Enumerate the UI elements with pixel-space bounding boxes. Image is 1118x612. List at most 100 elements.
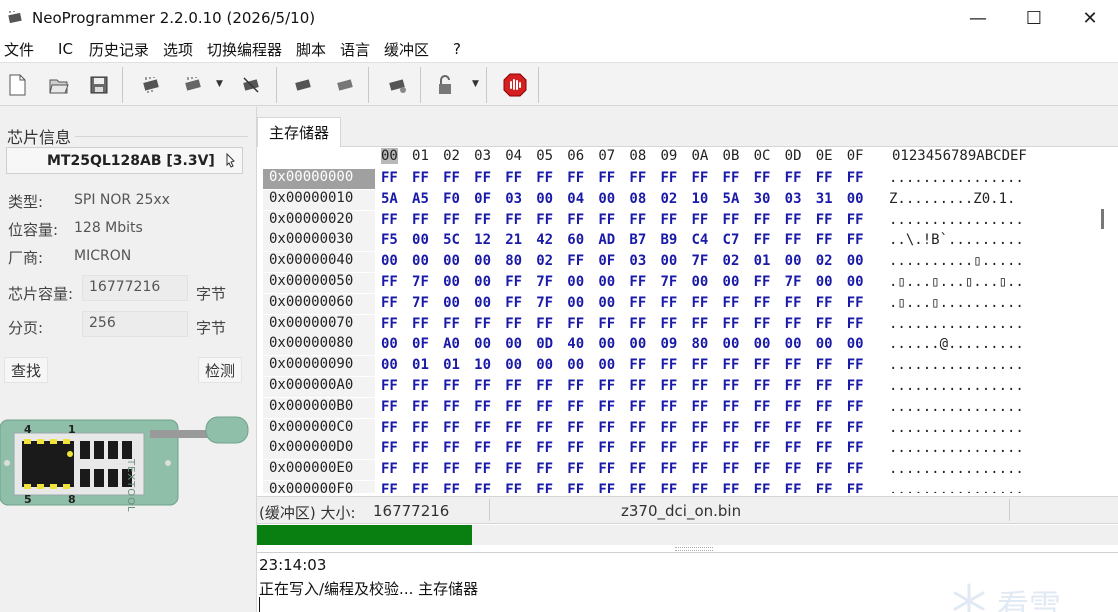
hex-byte[interactable]: FF	[754, 482, 771, 493]
hex-byte[interactable]: FF	[660, 440, 677, 456]
hex-byte[interactable]: 00	[598, 336, 615, 352]
hex-byte[interactable]: 02	[660, 191, 677, 207]
hex-byte[interactable]: 00	[692, 274, 709, 290]
hex-byte[interactable]: FF	[567, 399, 584, 415]
hex-byte[interactable]: FF	[505, 378, 522, 394]
hex-row-ascii[interactable]: ................	[889, 482, 1024, 493]
hex-byte[interactable]: A5	[412, 191, 429, 207]
hex-byte[interactable]: FF	[443, 440, 460, 456]
hex-byte[interactable]: FF	[443, 461, 460, 477]
hex-byte[interactable]: FF	[847, 378, 864, 394]
hex-byte[interactable]: FF	[723, 170, 740, 186]
hex-byte[interactable]: FF	[785, 378, 802, 394]
menu-switch-programmer[interactable]: 切换编程器	[203, 39, 288, 60]
hex-byte[interactable]: 00	[381, 336, 398, 352]
hex-byte[interactable]: 04	[567, 191, 584, 207]
hex-row[interactable]: 0x00000050 FF 7F 00 00 FF 7F 00 00 FF 7F 00 00 FF 7F 00…	[261, 273, 1107, 294]
maximize-button[interactable]: ☐	[1006, 0, 1062, 36]
hex-row-ascii[interactable]: ......@.........	[889, 336, 1024, 352]
hex-byte[interactable]: FF	[412, 316, 429, 332]
hex-byte[interactable]: 01	[412, 357, 429, 373]
hex-byte[interactable]: 7F	[660, 274, 677, 290]
hex-byte[interactable]: FF	[629, 316, 646, 332]
hex-byte[interactable]: 00	[785, 253, 802, 269]
hex-row[interactable]: 0x000000F0 FF FF FF FF FF FF FF FF FF FF FF FF FF FF FF…	[261, 481, 1107, 493]
hex-byte[interactable]: FF	[629, 357, 646, 373]
hex-byte[interactable]: 80	[692, 336, 709, 352]
hex-byte[interactable]: 7F	[785, 274, 802, 290]
hex-byte[interactable]: FF	[847, 482, 864, 493]
hex-byte[interactable]: FF	[847, 232, 864, 248]
hex-byte[interactable]: FF	[536, 440, 553, 456]
hex-byte[interactable]: FF	[692, 316, 709, 332]
hex-byte[interactable]: FF	[412, 440, 429, 456]
hex-byte[interactable]: FF	[816, 440, 833, 456]
hex-byte[interactable]: FF	[629, 482, 646, 493]
hex-byte[interactable]: FF	[412, 399, 429, 415]
chip-name-field[interactable]: MT25QL128AB [3.3V]	[6, 147, 243, 174]
hex-byte[interactable]: FF	[723, 461, 740, 477]
menu-script[interactable]: 脚本	[292, 39, 332, 60]
hex-byte[interactable]: FF	[816, 316, 833, 332]
hex-byte[interactable]: FF	[567, 440, 584, 456]
hex-byte[interactable]: 0F	[474, 191, 491, 207]
menu-buffer[interactable]: 缓冲区	[380, 39, 435, 60]
hex-row[interactable]: 0x00000000 FF FF FF FF FF FF FF FF FF FF FF FF FF FF FF…	[261, 169, 1107, 190]
hex-byte[interactable]: FF	[785, 482, 802, 493]
hex-byte[interactable]: FF	[816, 378, 833, 394]
hex-byte[interactable]: FF	[754, 212, 771, 228]
hex-byte[interactable]: FF	[505, 212, 522, 228]
hex-byte[interactable]: FF	[598, 461, 615, 477]
hex-byte[interactable]: FF	[847, 440, 864, 456]
hex-byte[interactable]: FF	[660, 212, 677, 228]
hex-byte[interactable]: 00	[598, 357, 615, 373]
hex-byte[interactable]: 0F	[412, 336, 429, 352]
hex-byte[interactable]: FF	[816, 170, 833, 186]
hex-byte[interactable]: 40	[567, 336, 584, 352]
hex-byte[interactable]: FF	[847, 170, 864, 186]
hex-byte[interactable]: 00	[443, 274, 460, 290]
splitter-grip[interactable]	[675, 547, 713, 551]
hex-byte[interactable]: FF	[598, 212, 615, 228]
hex-byte[interactable]: B7	[629, 232, 646, 248]
hex-row[interactable]: 0x00000020 FF FF FF FF FF FF FF FF FF FF FF FF FF FF FF…	[261, 210, 1107, 232]
hex-byte[interactable]: FF	[381, 274, 398, 290]
hex-byte[interactable]: 00	[754, 336, 771, 352]
hex-byte[interactable]: FF	[381, 440, 398, 456]
hex-byte[interactable]: FF	[536, 461, 553, 477]
menu-history[interactable]: 历史记录	[85, 39, 155, 60]
hex-byte[interactable]: 00	[723, 274, 740, 290]
hex-byte[interactable]: FF	[723, 440, 740, 456]
lock-icon[interactable]	[432, 72, 458, 98]
save-icon[interactable]	[86, 72, 112, 98]
hex-row[interactable]: 0x00000090 00 01 01 10 00 00 00 00 FF FF FF FF FF FF FF…	[261, 356, 1107, 377]
hex-row-ascii[interactable]: ................	[889, 316, 1024, 332]
hex-byte[interactable]: FF	[660, 378, 677, 394]
hex-byte[interactable]: FF	[505, 420, 522, 436]
hex-byte[interactable]: FF	[412, 420, 429, 436]
auto-program-icon[interactable]	[384, 72, 410, 98]
hex-byte[interactable]: FF	[381, 399, 398, 415]
hex-byte[interactable]: FF	[629, 440, 646, 456]
hex-row[interactable]: 0x000000E0 FF FF FF FF FF FF FF FF FF FF FF FF FF FF FF…	[261, 460, 1107, 481]
hex-byte[interactable]: FF	[567, 461, 584, 477]
hex-byte[interactable]: FF	[567, 316, 584, 332]
hex-byte[interactable]: 00	[847, 336, 864, 352]
hex-byte[interactable]: FF	[723, 212, 740, 228]
hex-byte[interactable]: 5C	[443, 232, 460, 248]
hex-byte[interactable]: FF	[816, 420, 833, 436]
hex-byte[interactable]: FF	[692, 482, 709, 493]
hex-byte[interactable]: FF	[816, 399, 833, 415]
hex-byte[interactable]: FF	[567, 253, 584, 269]
hex-byte[interactable]: FF	[785, 232, 802, 248]
hex-byte[interactable]: FF	[723, 378, 740, 394]
hex-byte[interactable]: FF	[754, 274, 771, 290]
hex-byte[interactable]: FF	[629, 378, 646, 394]
hex-byte[interactable]: FF	[381, 420, 398, 436]
menu-language[interactable]: 语言	[336, 39, 376, 60]
hex-byte[interactable]: FF	[816, 482, 833, 493]
hex-byte[interactable]: 12	[474, 232, 491, 248]
hex-byte[interactable]: FF	[598, 170, 615, 186]
hex-byte[interactable]: F5	[381, 232, 398, 248]
log-panel[interactable]: 23:14:03 正在写入/编程及校验... 主存储器 看雪	[257, 552, 1118, 612]
